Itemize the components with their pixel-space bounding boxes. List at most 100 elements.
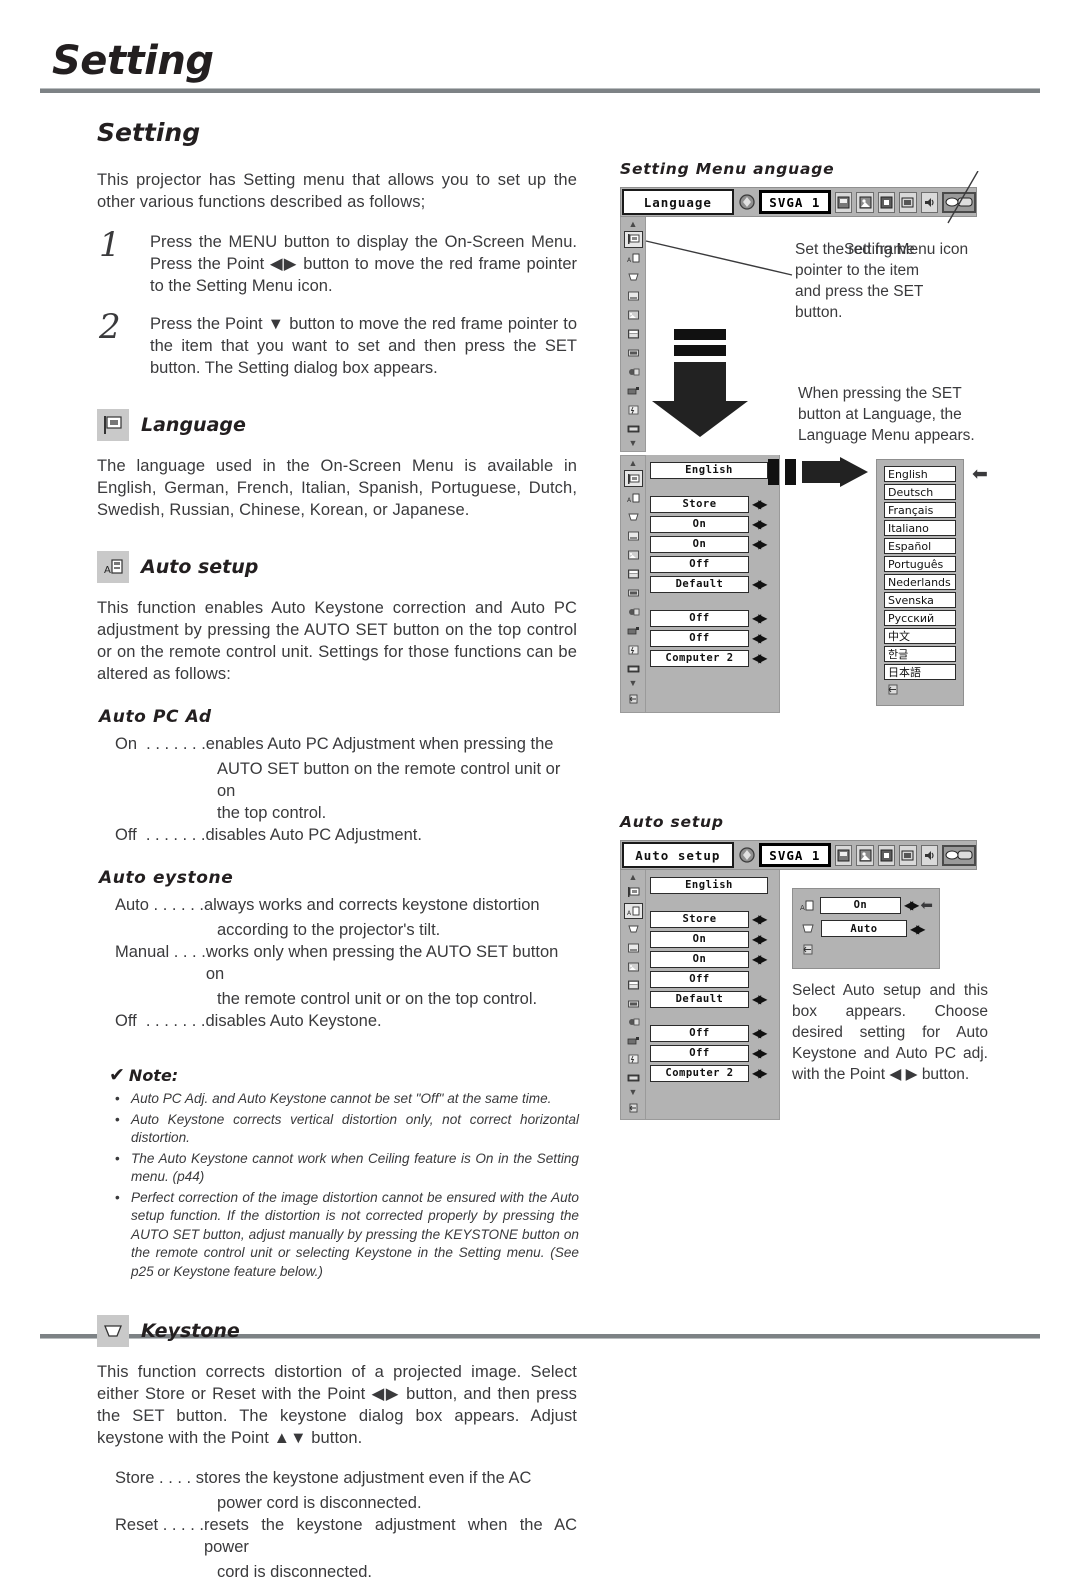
language-option[interactable]: Русский bbox=[884, 610, 956, 626]
rail-icon-auto-setup[interactable]: A bbox=[623, 902, 643, 920]
osd-row-terminal[interactable]: Computer 2 ◀▶ bbox=[650, 1064, 779, 1082]
tab-setting-icon[interactable] bbox=[942, 844, 977, 866]
rail-icon-display[interactable] bbox=[625, 308, 642, 323]
tab-screen-icon[interactable] bbox=[899, 191, 917, 213]
osd-value[interactable]: Off bbox=[650, 629, 749, 647]
osd-row-power-management[interactable]: Off ◀▶ bbox=[650, 1044, 779, 1062]
language-option[interactable]: Svenska bbox=[884, 592, 956, 608]
osd-row-terminal[interactable]: Computer 2 ◀▶ bbox=[650, 649, 779, 667]
rail-icon-language[interactable] bbox=[625, 885, 642, 900]
osd-value[interactable]: On bbox=[650, 535, 749, 553]
osd-topbar-language[interactable]: Language SVGA 1 bbox=[620, 187, 977, 217]
rail-icon-terminal[interactable] bbox=[625, 623, 642, 638]
osd-value[interactable]: Off bbox=[650, 609, 749, 627]
rail-icon-terminal[interactable] bbox=[625, 383, 642, 398]
left-right-arrows-icon[interactable]: ◀▶ bbox=[752, 611, 768, 625]
language-option[interactable]: Français bbox=[884, 502, 956, 518]
osd-value[interactable]: On bbox=[650, 515, 749, 533]
rail-icon-auto-setup[interactable]: A bbox=[625, 490, 642, 505]
rail-icon-power-management[interactable] bbox=[625, 402, 642, 417]
osd-value[interactable]: Computer 2 bbox=[650, 649, 749, 667]
rail-icon-language[interactable] bbox=[623, 470, 643, 487]
rail-icon-keystone[interactable] bbox=[625, 922, 642, 937]
rail-icon-standby[interactable] bbox=[625, 661, 642, 676]
left-right-arrows-icon[interactable]: ◀▶ bbox=[752, 517, 768, 531]
tab-sound-icon[interactable] bbox=[920, 844, 939, 866]
rail-icon-standby[interactable] bbox=[625, 421, 642, 436]
language-option[interactable]: English bbox=[884, 466, 956, 482]
osd-sidebar-rail-2[interactable]: ▲ A ▼ bbox=[620, 455, 646, 713]
osd-value[interactable]: Store bbox=[650, 910, 749, 928]
osd-value[interactable]: Off bbox=[650, 1044, 749, 1062]
left-right-arrows-icon[interactable]: ◀▶ bbox=[752, 1046, 768, 1060]
osd-sidebar-rail-3[interactable]: ▲ A ▼ bbox=[620, 870, 646, 1120]
osd-row-ceiling[interactable]: Default ◀▶ bbox=[650, 575, 779, 593]
osd-value[interactable]: Off bbox=[650, 555, 749, 573]
language-menu-popup[interactable]: English Deutsch Français Italiano Españo… bbox=[876, 459, 964, 706]
osd-row-ceiling[interactable]: Default ◀▶ bbox=[650, 990, 779, 1008]
scroll-down-icon[interactable]: ▼ bbox=[629, 678, 638, 689]
osd-row-rear[interactable]: Off ◀▶ bbox=[650, 609, 779, 627]
rail-icon-terminal[interactable] bbox=[625, 1034, 642, 1049]
auto-dialog-row-keystone[interactable]: Auto ◀▶ bbox=[799, 920, 933, 937]
language-option[interactable]: 日本語 bbox=[884, 664, 956, 680]
left-right-arrows-icon[interactable]: ◀▶ bbox=[752, 932, 768, 946]
osd-topbar-autosetup[interactable]: Auto setup SVGA 1 bbox=[620, 840, 977, 870]
osd-value[interactable]: English bbox=[650, 461, 768, 479]
osd-row-keystone[interactable]: Store ◀▶ bbox=[650, 495, 779, 513]
tab-image-adjust-icon[interactable] bbox=[877, 844, 896, 866]
left-right-arrows-icon[interactable]: ◀▶ bbox=[752, 912, 768, 926]
left-right-arrows-icon[interactable]: ◀▶ bbox=[752, 1066, 768, 1080]
osd-value[interactable]: On bbox=[650, 930, 749, 948]
language-option[interactable]: Português bbox=[884, 556, 956, 572]
rail-icon-rear[interactable] bbox=[625, 364, 642, 379]
osd-row-display[interactable]: On ◀▶ bbox=[650, 535, 779, 553]
osd-value[interactable]: Store bbox=[650, 495, 749, 513]
osd-value[interactable]: Default bbox=[650, 575, 749, 593]
osd-value[interactable]: Off bbox=[650, 970, 749, 988]
scroll-down-icon[interactable]: ▼ bbox=[629, 438, 638, 449]
rail-icon-keystone[interactable] bbox=[625, 270, 642, 285]
rail-icon-ceiling[interactable] bbox=[625, 345, 642, 360]
language-exit-icon[interactable] bbox=[884, 683, 956, 699]
osd-value-rows[interactable]: English Store ◀▶ On ◀▶ On ◀▶ Off Default… bbox=[646, 455, 780, 713]
osd-value[interactable]: Computer 2 bbox=[650, 1064, 749, 1082]
left-right-arrows-icon[interactable]: ◀▶ bbox=[904, 898, 920, 912]
osd-row-keystone[interactable]: Store ◀▶ bbox=[650, 910, 779, 928]
osd-value-rows-2[interactable]: English Store ◀▶ On ◀▶ On ◀▶ Off Default… bbox=[646, 870, 780, 1120]
rail-icon-display[interactable] bbox=[625, 547, 642, 562]
rail-icon-blue-back[interactable] bbox=[625, 941, 642, 956]
rail-icon-logo[interactable] bbox=[625, 566, 642, 581]
left-right-arrows-icon[interactable]: ◀▶ bbox=[752, 577, 768, 591]
osd-row-language[interactable]: English bbox=[650, 461, 779, 479]
osd-row-blue-back[interactable]: On ◀▶ bbox=[650, 515, 779, 533]
osd-value[interactable]: Default bbox=[650, 990, 749, 1008]
left-right-arrows-icon[interactable]: ◀▶ bbox=[910, 922, 926, 936]
rail-icon-exit[interactable] bbox=[625, 691, 642, 706]
auto-dialog-value[interactable]: On bbox=[819, 896, 901, 914]
language-option[interactable]: 한글 bbox=[884, 646, 956, 662]
left-right-arrows-icon[interactable]: ◀▶ bbox=[752, 651, 768, 665]
rail-icon-power-management[interactable] bbox=[625, 642, 642, 657]
language-option[interactable]: Nederlands bbox=[884, 574, 956, 590]
rail-icon-language[interactable] bbox=[623, 231, 643, 248]
rail-icon-blue-back[interactable] bbox=[625, 289, 642, 304]
tab-computer-icon[interactable] bbox=[835, 191, 853, 213]
scroll-up-icon[interactable]: ▲ bbox=[629, 458, 638, 469]
tab-image-adjust-icon[interactable] bbox=[877, 191, 896, 213]
osd-menu-panel-autosetup[interactable]: ▲ A ▼ English Store ◀▶ On ◀▶ On ◀▶ Off D… bbox=[620, 870, 780, 1120]
osd-value[interactable]: Off bbox=[650, 1024, 749, 1042]
osd-row-display[interactable]: On ◀▶ bbox=[650, 950, 779, 968]
auto-dialog-value[interactable]: Auto bbox=[821, 920, 907, 937]
osd-menu-panel-language[interactable]: ▲ A ▼ English Store ◀▶ On ◀▶ On ◀▶ Off D… bbox=[620, 455, 780, 713]
rail-icon-power-management[interactable] bbox=[625, 1052, 642, 1067]
scroll-up-icon[interactable]: ▲ bbox=[629, 872, 638, 883]
rail-icon-standby[interactable] bbox=[625, 1071, 642, 1086]
osd-value[interactable]: On bbox=[650, 950, 749, 968]
rail-icon-keystone[interactable] bbox=[625, 509, 642, 524]
rail-icon-ceiling[interactable] bbox=[625, 996, 642, 1011]
osd-row-power-management[interactable]: Off ◀▶ bbox=[650, 629, 779, 647]
left-right-arrows-icon[interactable]: ◀▶ bbox=[752, 1026, 768, 1040]
rail-icon-display[interactable] bbox=[625, 959, 642, 974]
tab-screen-icon[interactable] bbox=[899, 844, 917, 866]
